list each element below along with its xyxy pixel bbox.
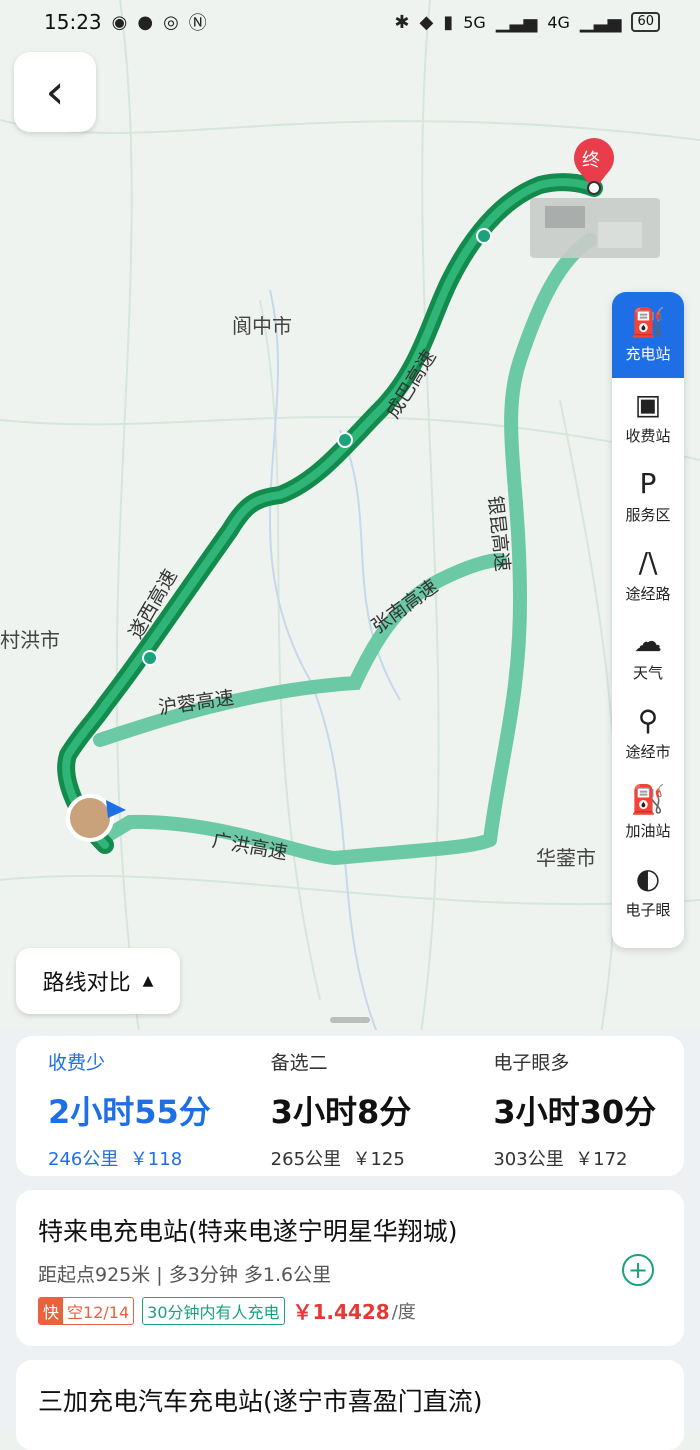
toolbar-label: 收费站 [625, 427, 671, 445]
availability: 空12/14 [67, 1302, 130, 1322]
sheet-drag-handle[interactable] [330, 1017, 370, 1023]
route-meta: 265公里 ￥125 [271, 1145, 462, 1171]
route-tag: 电子眼多 [493, 1052, 570, 1074]
toolbar-label: 服务区 [625, 506, 671, 524]
route-distance: 265公里 [270, 1149, 342, 1170]
status-time: 15:23 [44, 10, 102, 34]
back-button[interactable]: ‹ [14, 52, 96, 132]
charging-station-card-2[interactable]: 三加充电汽车充电站(遂宁市喜盈门直流) [16, 1360, 684, 1450]
route-distance: 246公里 [48, 1149, 119, 1170]
toll-station-icon: ▣ [634, 388, 662, 421]
signal-5g: 5G [463, 12, 486, 32]
station-price: ￥1.4428 [292, 1300, 390, 1324]
mic-icon: ▮ [443, 11, 454, 33]
plus-icon: + [627, 1256, 649, 1284]
map-toolbar: ⛽ 充电站 ▣ 收费站 P 服务区 /\ 途经路 ☁ 天气 ⚲ 途经市 ⛽ 加油… [612, 292, 684, 948]
route-compare-button[interactable]: 路线对比 ▲ [16, 948, 180, 1014]
chevron-left-icon: ‹ [45, 64, 65, 120]
route-compare-label: 路线对比 [42, 971, 131, 996]
caret-up-icon: ▲ [142, 973, 154, 989]
toolbar-label: 途经路 [625, 585, 671, 603]
city-pin-icon: ⚲ [637, 704, 659, 737]
weibo-icon: ◉ [111, 11, 128, 33]
route-cost: ￥172 [575, 1149, 628, 1170]
camera-icon: ◐ [635, 862, 661, 895]
route-cost: ￥118 [129, 1149, 183, 1170]
route-time: 2小时55分 [48, 1093, 211, 1131]
eye-icon: ◎ [163, 11, 179, 33]
charging-station-icon: ⛽ [630, 305, 666, 339]
location-icon: ◆ [419, 11, 434, 33]
station-meta: 距起点925米 | 多3分钟 多1.6公里 [38, 1264, 332, 1286]
signal-bars-icon: ▁▃▅ [495, 11, 538, 33]
app-notification-icon: ● [137, 11, 154, 33]
toolbar-weather[interactable]: ☁ 天气 [612, 615, 684, 694]
route-option-1[interactable]: 收费少 2小时55分 246公里 ￥118 [16, 1036, 239, 1176]
toolbar-label: 加油站 [625, 822, 671, 840]
route-meta: 246公里 ￥118 [48, 1145, 239, 1171]
battery-indicator: 60 [631, 12, 660, 32]
status-bar: 15:23 ◉ ● ◎ Ⓝ ✱ ◆ ▮ 5G ▁▃▅ 4G ▁▃▅ 60 [0, 0, 700, 44]
signal-bars-icon-2: ▁▃▅ [579, 11, 622, 33]
toolbar-route-roads[interactable]: /\ 途经路 [612, 536, 684, 615]
toolbar-label: 途经市 [625, 743, 671, 761]
station-name: 特来电充电站(特来电遂宁明星华翔城) [38, 1217, 458, 1246]
end-marker-label: 终 [582, 150, 600, 171]
city-label-huaying: 华蓥市 [536, 846, 596, 870]
route-option-2[interactable]: 备选二 3小时8分 265公里 ￥125 [239, 1036, 462, 1176]
route-meta: 303公里 ￥172 [493, 1145, 684, 1171]
city-label-partial: 村洪市 [0, 628, 60, 652]
route-time: 3小时8分 [270, 1093, 412, 1131]
price-unit: /度 [391, 1301, 416, 1323]
route-cost: ￥125 [352, 1149, 405, 1170]
add-waypoint-button[interactable]: + [622, 1254, 654, 1286]
fast-charge-badge: 快 空12/14 [38, 1296, 135, 1325]
toolbar-charging-station[interactable]: ⛽ 充电站 [612, 292, 684, 378]
toolbar-label: 电子眼 [625, 901, 671, 919]
weather-cloud-icon: ☁ [634, 625, 662, 658]
road-icon: /\ [638, 546, 658, 579]
toolbar-label: 天气 [632, 664, 663, 682]
gas-station-icon: ⛽ [630, 783, 666, 816]
city-label-langzhong: 阆中市 [232, 314, 292, 338]
fast-label: 快 [39, 1297, 64, 1324]
route-distance: 303公里 [493, 1149, 564, 1170]
route-options: 收费少 2小时55分 246公里 ￥118 备选二 3小时8分 265公里 ￥1… [16, 1036, 684, 1176]
toolbar-gas-station[interactable]: ⛽ 加油站 [612, 773, 684, 852]
route-option-3[interactable]: 电子眼多 3小时30分 303公里 ￥172 [461, 1036, 684, 1176]
toolbar-service-area[interactable]: P 服务区 [612, 457, 684, 536]
toolbar-label: 充电站 [625, 344, 671, 363]
nfc-icon: Ⓝ [188, 13, 207, 34]
bluetooth-icon: ✱ [394, 11, 410, 33]
route-time: 3小时30分 [493, 1093, 657, 1131]
station-tags: 快 空12/14 30分钟内有人充电 ￥1.4428/度 [38, 1296, 416, 1325]
charging-station-card[interactable]: 特来电充电站(特来电遂宁明星华翔城) 距起点925米 | 多3分钟 多1.6公里… [16, 1190, 684, 1346]
toolbar-camera[interactable]: ◐ 电子眼 [612, 852, 684, 931]
recent-use-badge: 30分钟内有人充电 [142, 1296, 285, 1325]
route-tag: 备选二 [270, 1052, 328, 1074]
route-tag: 收费少 [48, 1052, 106, 1074]
toolbar-toll-station[interactable]: ▣ 收费站 [612, 378, 684, 457]
toolbar-route-cities[interactable]: ⚲ 途经市 [612, 694, 684, 773]
service-area-icon: P [639, 467, 657, 500]
signal-4g: 4G [547, 12, 570, 32]
station-name: 三加充电汽车充电站(遂宁市喜盈门直流) [38, 1387, 483, 1416]
